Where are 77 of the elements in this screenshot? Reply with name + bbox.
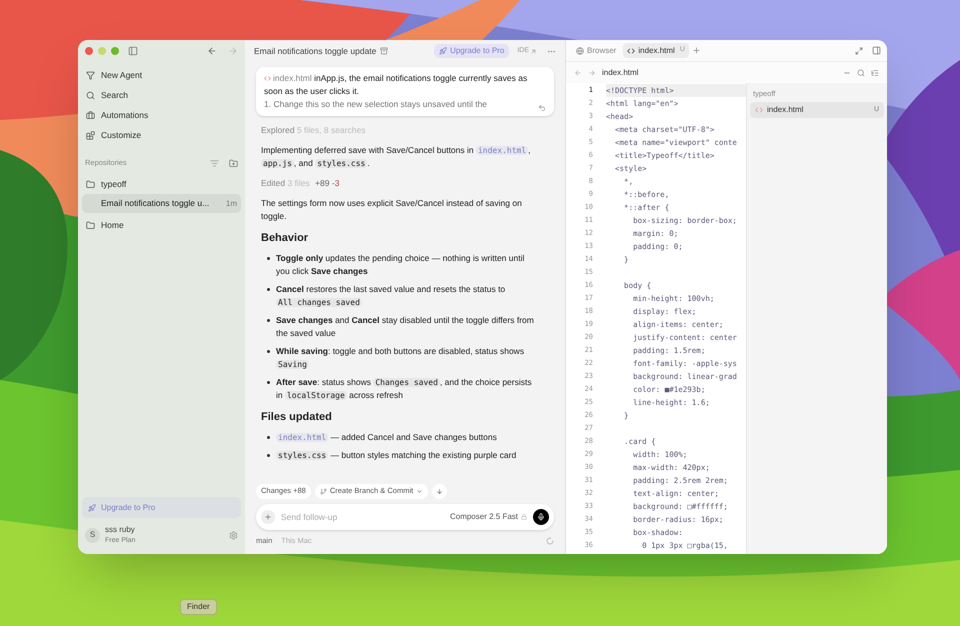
search-icon xyxy=(86,90,95,100)
plus-icon xyxy=(264,513,272,521)
folder-item[interactable]: typeoff xyxy=(82,174,241,194)
lock-icon xyxy=(521,514,527,520)
bullet-text: styles.css — button styles matching the existing purple card xyxy=(276,449,516,462)
bullet-icon xyxy=(267,288,270,291)
microphone-icon xyxy=(537,513,545,521)
panel-toggle-icon[interactable] xyxy=(872,46,881,55)
arrow-down-icon xyxy=(436,488,444,494)
prompt-card[interactable]: index.html inApp.js, the email notifications toggle currently saves as soon as the user clicks it. 1. Change this so the new selection stays unsaved until the xyxy=(256,67,554,116)
prompt-text: 1. Change this so the new selection stays unsaved until the xyxy=(264,98,488,111)
nav-item[interactable]: Search xyxy=(82,85,241,105)
expand-icon[interactable] xyxy=(855,46,863,54)
briefcase-icon xyxy=(86,110,95,120)
message-paragraph: Implementing deferred save with Save/Cancel buttons in index.html , app.js , and styles.css . xyxy=(261,144,532,170)
rocket-icon xyxy=(88,504,96,512)
folder-icon xyxy=(86,180,95,188)
back-icon[interactable] xyxy=(207,46,217,56)
section-heading: Behavior xyxy=(261,232,310,245)
code-icon xyxy=(755,106,763,114)
forward-icon[interactable] xyxy=(588,68,596,76)
message-paragraph: The settings form now uses explicit Save/Cancel instead of saving on toggle. xyxy=(261,197,523,223)
loading-icon xyxy=(546,537,554,545)
rocket-icon xyxy=(439,47,448,55)
bullet-text: index.html — added Cancel and Save changes buttons xyxy=(276,431,497,444)
bullet-text: After save: status shows Changes saved , and the choice persists in localStorage across refresh xyxy=(276,376,533,402)
bullet-icon xyxy=(267,319,270,322)
filter-icon[interactable] xyxy=(210,158,219,168)
avatar[interactable]: S xyxy=(85,528,100,542)
user-name: sss ruby xyxy=(105,524,136,536)
undo-icon[interactable] xyxy=(538,104,546,112)
search-icon[interactable] xyxy=(857,68,865,76)
chat-title: Email notifications toggle update xyxy=(254,44,376,58)
archive-icon[interactable] xyxy=(380,47,388,55)
chevron-down-icon xyxy=(416,488,424,494)
nav-item[interactable]: New Agent xyxy=(82,65,241,85)
code-editor[interactable] xyxy=(566,83,746,554)
folder-icon xyxy=(86,220,95,230)
model-selector[interactable]: Composer 2.5 Fast xyxy=(450,511,527,523)
branch-icon xyxy=(320,488,327,494)
prompt-text: index.html inApp.js, the email notifications toggle currently saves as soon as the user clicks it. xyxy=(264,72,528,98)
globe-icon xyxy=(576,46,584,54)
follow-up-field[interactable]: Send follow-up Composer 2.5 Fast xyxy=(256,504,554,530)
dock-tooltip: Finder xyxy=(180,599,217,615)
editor-tab[interactable]: Browser xyxy=(572,43,620,58)
chat-item[interactable]: Email notifications toggle u... 1m xyxy=(82,194,241,213)
settings-icon[interactable] xyxy=(229,530,238,540)
folder-item[interactable]: Home xyxy=(82,215,241,235)
microphone-button[interactable] xyxy=(533,509,549,525)
bullet-icon xyxy=(267,381,270,384)
code-icon xyxy=(264,75,271,82)
blocks-icon xyxy=(86,130,95,140)
bullet-icon xyxy=(267,257,270,260)
section-heading: Files updated xyxy=(261,411,333,424)
external-link-icon xyxy=(530,48,537,54)
funnel-icon xyxy=(86,70,95,80)
new-folder-icon[interactable] xyxy=(229,158,238,168)
forward-icon[interactable] xyxy=(228,46,238,56)
nav-item[interactable]: Customize xyxy=(82,125,241,145)
new-tab-icon[interactable] xyxy=(692,46,701,55)
bullet-text: While saving: toggle and both buttons are disabled, status shows Saving xyxy=(276,345,526,371)
bullet-text: Toggle only updates the pending choice — nothing is written until you click Save changes xyxy=(276,252,526,278)
bullet-icon xyxy=(267,436,270,439)
activity-summary[interactable]: Edited 3 files +89 -3 xyxy=(261,177,539,190)
zoom-icon[interactable] xyxy=(111,47,119,55)
file-path: index.html xyxy=(602,66,638,78)
bullet-text: Save changes and Cancel stay disabled until the toggle differs from the saved value xyxy=(276,314,535,340)
code-icon xyxy=(627,46,636,54)
nav-item[interactable]: Automations xyxy=(82,105,241,125)
outline-icon[interactable] xyxy=(871,68,879,76)
add-button[interactable] xyxy=(261,510,275,524)
bullet-icon xyxy=(267,454,270,457)
close-icon[interactable] xyxy=(85,47,93,55)
scroll-down-button[interactable] xyxy=(432,484,448,498)
sidebar-toggle-icon[interactable] xyxy=(128,46,138,56)
bullet-text: Cancel restores the last saved value and resets the status to All changes saved xyxy=(276,283,506,309)
bullet-icon xyxy=(267,350,270,353)
